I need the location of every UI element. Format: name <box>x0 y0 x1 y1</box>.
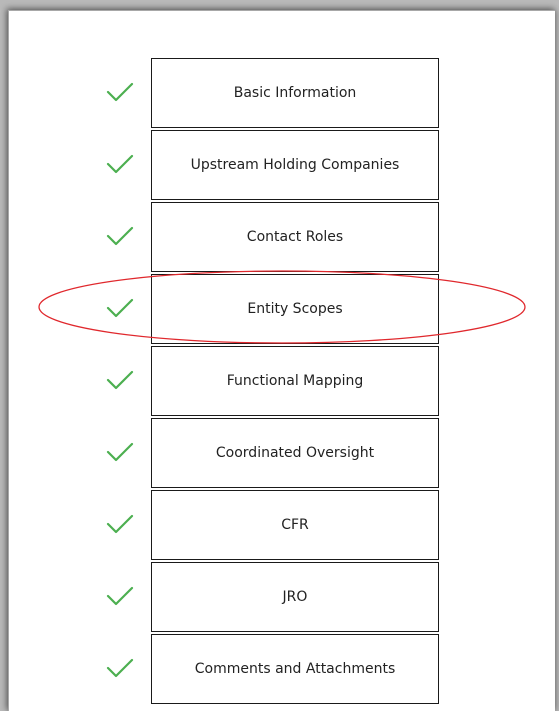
check-icon <box>106 658 134 678</box>
step-label: CFR <box>281 517 309 533</box>
step-comments-and-attachments: Comments and Attachments <box>9 634 556 704</box>
step-label: Functional Mapping <box>226 373 364 389</box>
step-cfr: CFR <box>9 490 556 560</box>
check-icon <box>106 226 134 246</box>
check-icon <box>106 442 134 462</box>
check-icon <box>106 298 134 318</box>
step-functional-mapping: Functional Mapping <box>9 346 556 416</box>
step-button-jro[interactable]: JRO <box>151 562 439 632</box>
step-label: Entity Scopes <box>247 301 343 317</box>
step-button-upstream-holding-companies[interactable]: Upstream Holding Companies <box>151 130 439 200</box>
check-icon <box>106 82 134 102</box>
step-button-functional-mapping[interactable]: Functional Mapping <box>151 346 439 416</box>
step-label: Coordinated Oversight <box>215 445 375 461</box>
step-label: Upstream Holding Companies <box>190 157 400 173</box>
check-icon <box>106 370 134 390</box>
check-icon <box>106 514 134 534</box>
step-button-coordinated-oversight[interactable]: Coordinated Oversight <box>151 418 439 488</box>
step-button-comments-and-attachments[interactable]: Comments and Attachments <box>151 634 439 704</box>
step-label: Contact Roles <box>246 229 344 245</box>
step-entity-scopes: Entity Scopes <box>9 274 556 344</box>
step-button-cfr[interactable]: CFR <box>151 490 439 560</box>
check-icon <box>106 586 134 606</box>
step-jro: JRO <box>9 562 556 632</box>
step-label: Comments and Attachments <box>194 661 396 677</box>
check-icon <box>106 154 134 174</box>
step-label: Basic Information <box>233 85 357 101</box>
step-basic-information: Basic Information <box>9 58 556 128</box>
step-coordinated-oversight: Coordinated Oversight <box>9 418 556 488</box>
step-button-contact-roles[interactable]: Contact Roles <box>151 202 439 272</box>
step-button-basic-information[interactable]: Basic Information <box>151 58 439 128</box>
step-upstream-holding-companies: Upstream Holding Companies <box>9 130 556 200</box>
steps-panel: Basic Information Upstream Holding Compa… <box>8 10 555 711</box>
step-contact-roles: Contact Roles <box>9 202 556 272</box>
step-button-entity-scopes[interactable]: Entity Scopes <box>151 274 439 344</box>
step-label: JRO <box>282 589 308 605</box>
